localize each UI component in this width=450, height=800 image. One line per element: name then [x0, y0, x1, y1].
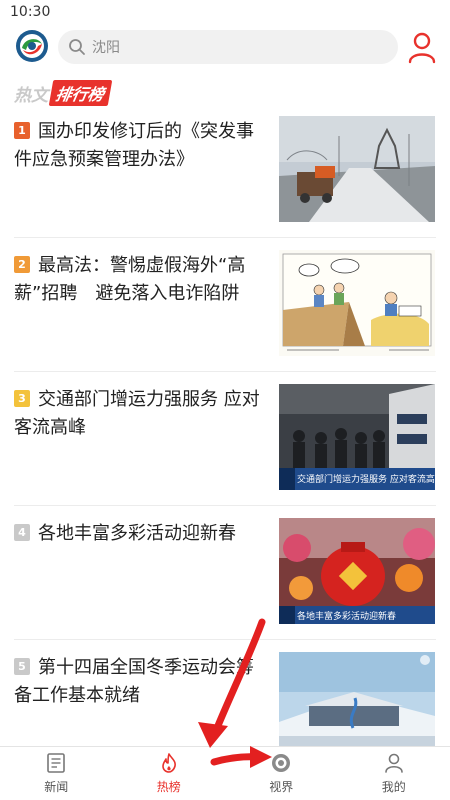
status-bar: 10:30	[0, 0, 450, 24]
tab-label: 热榜	[156, 780, 181, 794]
status-time: 10:30	[10, 4, 51, 20]
top-bar: 沈阳	[0, 26, 450, 70]
spring-festival-photo: 各地丰富多彩活动迎新春	[279, 518, 435, 624]
news-item-1[interactable]: 1 国办印发修订后的《突发事件应急预案管理办法》	[14, 104, 436, 238]
train-platform-photo: 交通部门增运力强服务 应对客流高峰	[279, 384, 435, 490]
tab-label: 视界	[269, 780, 294, 794]
news-title: 各地丰富多彩活动迎新春	[38, 523, 236, 544]
flame-icon	[161, 753, 176, 773]
cartoon-illustration	[279, 250, 435, 356]
winter-road-photo	[279, 116, 435, 222]
search-placeholder: 沈阳	[92, 40, 120, 56]
tab-hot-list[interactable]: 热榜	[113, 747, 226, 800]
thumb-caption: 交通部门增运力强服务 应对客流高峰	[297, 475, 435, 485]
news-title: 国办印发修订后的《突发事件应急预案管理办法》	[14, 121, 254, 170]
user-profile-icon[interactable]	[406, 30, 438, 64]
thumb-caption: 各地丰富多彩活动迎新春	[297, 612, 397, 622]
winter-games-venue-photo	[279, 652, 435, 758]
news-item-2[interactable]: 2 最高法：警惕虚假海外“高薪”招聘 避免落入电诈陷阱	[14, 238, 436, 372]
news-title: 交通部门增运力强服务 应对客流高峰	[14, 389, 260, 438]
search-input[interactable]: 沈阳	[58, 30, 398, 64]
hot-list-heading-left: 热文	[14, 85, 48, 106]
tab-vision[interactable]: 视界	[225, 747, 338, 800]
newspaper-icon	[47, 753, 66, 773]
camera-lens-icon	[272, 754, 291, 772]
tab-mine[interactable]: 我的	[338, 747, 450, 800]
bottom-tab-bar: 新闻 热榜 视界 我的	[0, 746, 450, 800]
search-icon	[69, 39, 85, 55]
news-title: 第十四届全国冬季运动会筹备工作基本就绪	[14, 657, 254, 706]
tab-news[interactable]: 新闻	[0, 747, 113, 800]
news-title: 最高法：警惕虚假海外“高薪”招聘 避免落入电诈陷阱	[14, 255, 246, 304]
hot-list-heading-right: 排行榜	[48, 80, 113, 106]
news-item-4[interactable]: 4 各地丰富多彩活动迎新春 各地丰富多彩活动迎新春	[14, 506, 436, 640]
hot-list-heading: 热文 排行榜	[14, 80, 113, 106]
news-item-3[interactable]: 3 交通部门增运力强服务 应对客流高峰 交通部门增运力强服务 应对客流高峰	[14, 372, 436, 506]
person-icon	[384, 753, 403, 773]
tab-label: 新闻	[44, 780, 69, 794]
app-logo-icon[interactable]	[14, 28, 50, 64]
tab-label: 我的	[381, 780, 406, 794]
